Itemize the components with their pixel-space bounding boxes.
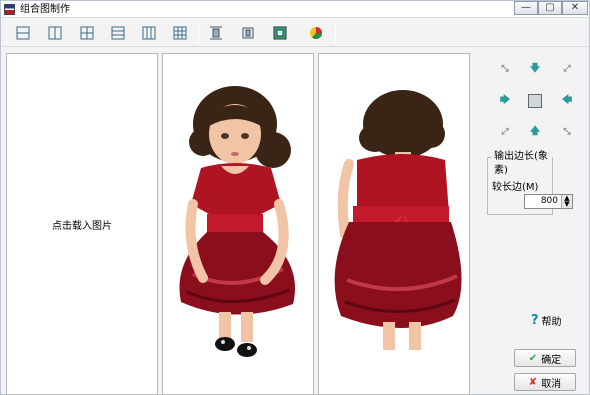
app-flag-icon: [4, 4, 15, 15]
corner-up-right-icon[interactable]: ⤢: [560, 62, 574, 76]
toolbar-separator: [6, 22, 7, 44]
image-center-icon[interactable]: [528, 94, 542, 108]
color-wheel-icon[interactable]: [305, 23, 327, 43]
corner-up-left-icon[interactable]: ⤡: [498, 62, 512, 76]
fit-height-icon[interactable]: [237, 23, 259, 43]
long-side-input[interactable]: 800 ▲ ▼: [524, 194, 573, 209]
cross-icon: ✘: [528, 376, 538, 388]
help-link[interactable]: ? 帮助: [531, 313, 562, 328]
question-mark-icon: ?: [531, 313, 539, 328]
load-image-hint[interactable]: 点击载入图片: [7, 217, 157, 232]
image-cell-front[interactable]: [162, 53, 314, 395]
spin-arrows-icon[interactable]: ▲ ▼: [561, 195, 572, 208]
help-label: 帮助: [541, 317, 562, 328]
layout-toolbar: [1, 19, 589, 47]
doll-back-photo: [334, 90, 462, 350]
layout-2-rows-icon[interactable]: [12, 23, 34, 43]
image-cell-back[interactable]: [318, 53, 470, 395]
minimize-button[interactable]: —: [514, 1, 538, 15]
output-size-group-title: 输出边长(象素): [492, 150, 552, 178]
layout-3-cols-icon[interactable]: [138, 23, 160, 43]
fit-frame-icon[interactable]: [269, 23, 291, 43]
doll-front-photo: [179, 86, 295, 357]
cancel-button[interactable]: ✘ 取消: [514, 373, 576, 391]
arrow-right-icon[interactable]: 🡆: [498, 94, 512, 108]
arrow-down-icon[interactable]: 🡇: [528, 62, 542, 76]
corner-down-right-icon[interactable]: ⤡: [560, 125, 574, 139]
layout-grid-3x3-icon[interactable]: [169, 23, 191, 43]
layout-grid-2x2-icon[interactable]: [76, 23, 98, 43]
output-size-group: 输出边长(象素) 较长边(M) 800 ▲ ▼: [487, 150, 573, 215]
cancel-label: 取消: [541, 378, 562, 390]
arrow-up-icon[interactable]: 🡅: [528, 125, 542, 139]
checkmark-icon: ✔: [528, 352, 538, 364]
window-title: 组合图制作: [20, 4, 70, 15]
title-bar: 组合图制作 — ▢ ✕: [1, 1, 589, 18]
close-button[interactable]: ✕: [562, 1, 588, 15]
arrow-left-icon[interactable]: 🡄: [560, 94, 574, 108]
ok-label: 确定: [541, 354, 562, 366]
toolbar-separator: [198, 22, 199, 44]
composite-image-window: 组合图制作 — ▢ ✕ 点击载入图片 ⤡ 🡇 ⤢ 🡆 🡄 ⤢ 🡅 ⤡ 输出边长(…: [0, 0, 590, 395]
layout-3-rows-icon[interactable]: [107, 23, 129, 43]
fit-width-icon[interactable]: [205, 23, 227, 43]
long-side-value[interactable]: 800: [525, 195, 561, 208]
corner-down-left-icon[interactable]: ⤢: [498, 125, 512, 139]
maximize-button[interactable]: ▢: [538, 1, 562, 15]
ok-button[interactable]: ✔ 确定: [514, 349, 576, 367]
image-cell-empty[interactable]: 点击载入图片: [6, 53, 158, 395]
toolbar-separator: [335, 22, 336, 44]
long-side-label: 较长边(M): [492, 182, 539, 193]
layout-2-cols-icon[interactable]: [44, 23, 66, 43]
